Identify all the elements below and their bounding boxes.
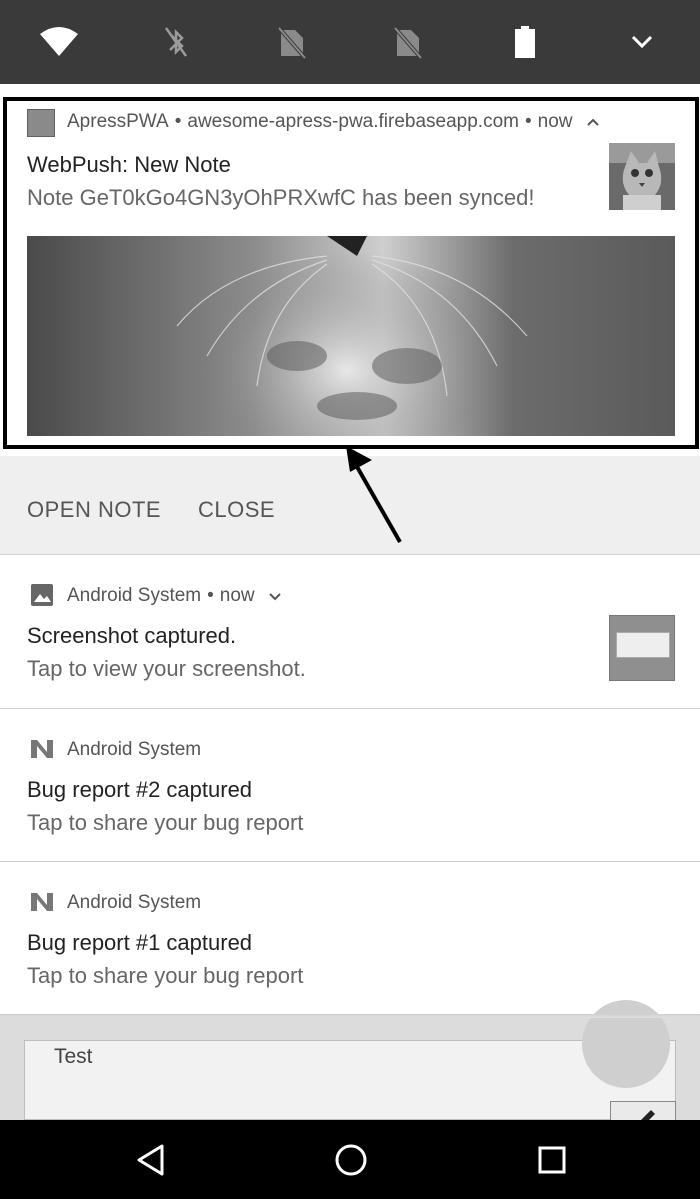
- notification-text: Tap to share your bug report: [27, 810, 304, 835]
- notification-title: Bug report #1 captured: [27, 930, 253, 955]
- screenshot-notification-header: Android System • now: [67, 585, 282, 607]
- open-note-button[interactable]: OPEN NOTE: [27, 497, 161, 523]
- no-sim-icon[interactable]: [386, 20, 430, 64]
- notification-title: Screenshot captured.: [27, 623, 237, 648]
- chevron-down-icon[interactable]: [268, 585, 282, 607]
- app-name: Android System: [67, 739, 202, 760]
- background-note-text: Test: [54, 1045, 93, 1068]
- battery-icon[interactable]: [503, 20, 547, 64]
- wifi-icon[interactable]: [37, 20, 81, 64]
- notification-text: Tap to share your bug report: [27, 963, 304, 988]
- image-icon: [29, 582, 55, 608]
- home-icon[interactable]: [331, 1140, 371, 1180]
- panel-edge: [0, 1014, 700, 1018]
- quick-settings-bar: [0, 0, 700, 84]
- highlight-frame: [3, 97, 699, 449]
- separator: •: [207, 585, 214, 607]
- background-note-card[interactable]: [24, 1040, 676, 1120]
- close-button[interactable]: CLOSE: [198, 497, 275, 523]
- back-icon[interactable]: [130, 1140, 170, 1180]
- notification-title: Bug report #2 captured: [27, 777, 253, 802]
- android-n-icon: [29, 889, 55, 915]
- notification-text: Tap to view your screenshot.: [27, 656, 306, 681]
- recents-icon[interactable]: [532, 1140, 572, 1180]
- app-name: Android System: [67, 585, 202, 607]
- edit-icon[interactable]: [610, 1101, 676, 1124]
- screenshot-thumbnail: [609, 615, 675, 681]
- arrow-annotation: [340, 442, 410, 552]
- bluetooth-off-icon[interactable]: [154, 20, 198, 64]
- chevron-down-icon[interactable]: [620, 20, 664, 64]
- app-name: Android System: [67, 892, 202, 913]
- no-sim-icon[interactable]: [270, 20, 314, 64]
- android-n-icon: [29, 736, 55, 762]
- timestamp: now: [219, 585, 255, 607]
